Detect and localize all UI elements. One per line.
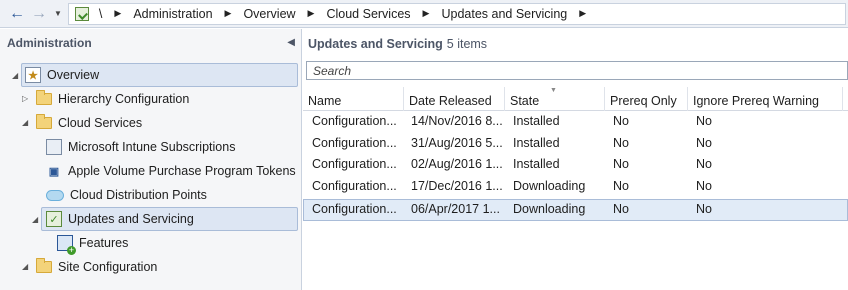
cell-ignore-prereq-warning: No <box>696 114 712 128</box>
collapsed-arrow-icon[interactable]: ▷ <box>22 94 28 103</box>
breadcrumb-separator-icon[interactable]: ▶ <box>579 8 586 19</box>
expand-arrow-icon[interactable]: ◢ <box>22 118 28 127</box>
features-icon <box>57 235 76 255</box>
cell-name: Configuration... <box>312 157 397 171</box>
cell-ignore-prereq-warning: No <box>696 136 712 150</box>
tree-item-label: Site Configuration <box>58 260 158 274</box>
updates-icon <box>74 6 89 21</box>
cell-name: Configuration... <box>312 136 397 150</box>
tree-item-apple-vpp-tokens[interactable]: ▣ Apple Volume Purchase Program Tokens <box>46 159 298 183</box>
column-header-ignore-prereq-warning[interactable]: Ignore Prereq Warning <box>688 87 843 111</box>
cell-name: Configuration... <box>312 202 397 216</box>
column-header-date-released[interactable]: Date Released <box>404 87 505 111</box>
cell-prereq-only: No <box>613 157 629 171</box>
cell-date-released: 31/Aug/2016 5... <box>411 136 503 150</box>
breadcrumb-item-overview[interactable]: Overview <box>243 7 295 21</box>
tree-item-features[interactable]: Features <box>57 231 298 255</box>
apple-vpp-icon: ▣ <box>48 165 60 178</box>
folder-icon <box>36 114 52 129</box>
column-header-name[interactable]: Name <box>303 87 404 111</box>
content-pane: Updates and Servicing 5 items Search Name… <box>303 29 848 290</box>
table-row[interactable]: Configuration... 17/Dec/2016 1... Downlo… <box>303 177 848 198</box>
table-row[interactable]: Configuration... 14/Nov/2016 8... Instal… <box>303 112 848 133</box>
table-row[interactable]: Configuration... 31/Aug/2016 5... Instal… <box>303 134 848 155</box>
breadcrumb-root[interactable]: \ <box>99 7 102 21</box>
column-header-prereq-only[interactable]: Prereq Only <box>605 87 688 111</box>
cell-prereq-only: No <box>613 114 629 128</box>
breadcrumb: \ ▶ Administration ▶ Overview ▶ Cloud Se… <box>67 2 846 25</box>
cell-state: Downloading <box>513 202 586 216</box>
table-header: Name Date Released State Prereq Only Ign… <box>303 87 848 111</box>
cell-state: Installed <box>513 136 560 150</box>
tree-item-cloud-distribution-points[interactable]: Cloud Distribution Points <box>46 183 298 207</box>
cell-date-released: 02/Aug/2016 1... <box>411 157 503 171</box>
tree-item-overview[interactable]: ◢ ★ Overview <box>12 63 298 87</box>
tree-item-label: Overview <box>47 68 100 82</box>
updates-icon: ✓ <box>46 211 62 227</box>
cell-name: Configuration... <box>312 179 397 193</box>
tree-item-label: Microsoft Intune Subscriptions <box>68 140 236 154</box>
cell-date-released: 14/Nov/2016 8... <box>411 114 503 128</box>
tree-item-hierarchy-configuration[interactable]: ▷ Hierarchy Configuration <box>22 87 298 111</box>
expand-arrow-icon[interactable]: ◢ <box>32 215 38 224</box>
expand-arrow-icon[interactable]: ◢ <box>12 71 18 80</box>
folder-icon <box>36 258 52 273</box>
expand-arrow-icon[interactable]: ◢ <box>22 262 28 271</box>
tree-item-updates-and-servicing[interactable]: ◢ ✓ Updates and Servicing <box>32 207 298 231</box>
tree-item-label: Cloud Services <box>58 116 143 130</box>
cell-ignore-prereq-warning: No <box>696 202 712 216</box>
tree-item-label: Hierarchy Configuration <box>58 92 190 106</box>
search-input[interactable]: Search <box>306 61 848 80</box>
sort-indicator-icon: ▼ <box>550 87 557 94</box>
tree-item-microsoft-intune-subscriptions[interactable]: Microsoft Intune Subscriptions <box>46 135 298 159</box>
breadcrumb-item-administration[interactable]: Administration <box>133 7 212 21</box>
cloud-icon <box>46 189 64 201</box>
forward-arrow-icon[interactable]: → <box>28 3 50 25</box>
tree-item-label: Apple Volume Purchase Program Tokens <box>68 164 296 178</box>
cell-prereq-only: No <box>613 136 629 150</box>
navigation-pane: Administration ◀ ◢ ★ Overview ▷ Hierarch… <box>0 29 302 290</box>
cell-state: Downloading <box>513 179 586 193</box>
cell-state: Installed <box>513 114 560 128</box>
tree-item-label: Features <box>79 236 129 250</box>
navigation-bar: ← → ▼ \ ▶ Administration ▶ Overview ▶ Cl… <box>0 0 848 28</box>
tree-item-site-configuration[interactable]: ◢ Site Configuration <box>22 255 298 279</box>
breadcrumb-separator-icon[interactable]: ▶ <box>308 8 315 19</box>
cell-ignore-prereq-warning: No <box>696 157 712 171</box>
table-row[interactable]: Configuration... 02/Aug/2016 1... Instal… <box>303 155 848 176</box>
cell-ignore-prereq-warning: No <box>696 179 712 193</box>
breadcrumb-separator-icon[interactable]: ▶ <box>114 8 121 19</box>
tree-item-label: Cloud Distribution Points <box>70 188 207 202</box>
breadcrumb-separator-icon[interactable]: ▶ <box>225 8 232 19</box>
breadcrumb-item-cloud-services[interactable]: Cloud Services <box>326 7 410 21</box>
history-dropdown-icon[interactable]: ▼ <box>54 9 62 18</box>
cell-date-released: 17/Dec/2016 1... <box>411 179 503 193</box>
folder-icon <box>36 90 52 105</box>
navigation-pane-title: Administration <box>7 36 92 50</box>
intune-icon <box>46 139 62 155</box>
breadcrumb-item-updates-and-servicing[interactable]: Updates and Servicing <box>441 7 567 21</box>
page-title-text: Updates and Servicing <box>308 37 443 51</box>
breadcrumb-separator-icon[interactable]: ▶ <box>423 8 430 19</box>
collapse-pane-icon[interactable]: ◀ <box>287 37 295 48</box>
tree-item-label: Updates and Servicing <box>68 212 194 226</box>
cell-date-released: 06/Apr/2017 1... <box>411 202 500 216</box>
cell-prereq-only: No <box>613 202 629 216</box>
item-count: 5 items <box>446 37 488 51</box>
cell-state: Installed <box>513 157 560 171</box>
table-row-selected[interactable]: Configuration... 06/Apr/2017 1... Downlo… <box>303 199 848 221</box>
overview-icon: ★ <box>25 67 41 83</box>
page-title: Updates and Servicing 5 items <box>308 37 487 51</box>
tree-item-cloud-services[interactable]: ◢ Cloud Services <box>22 111 298 135</box>
back-arrow-icon[interactable]: ← <box>6 3 28 25</box>
cell-name: Configuration... <box>312 114 397 128</box>
cell-prereq-only: No <box>613 179 629 193</box>
